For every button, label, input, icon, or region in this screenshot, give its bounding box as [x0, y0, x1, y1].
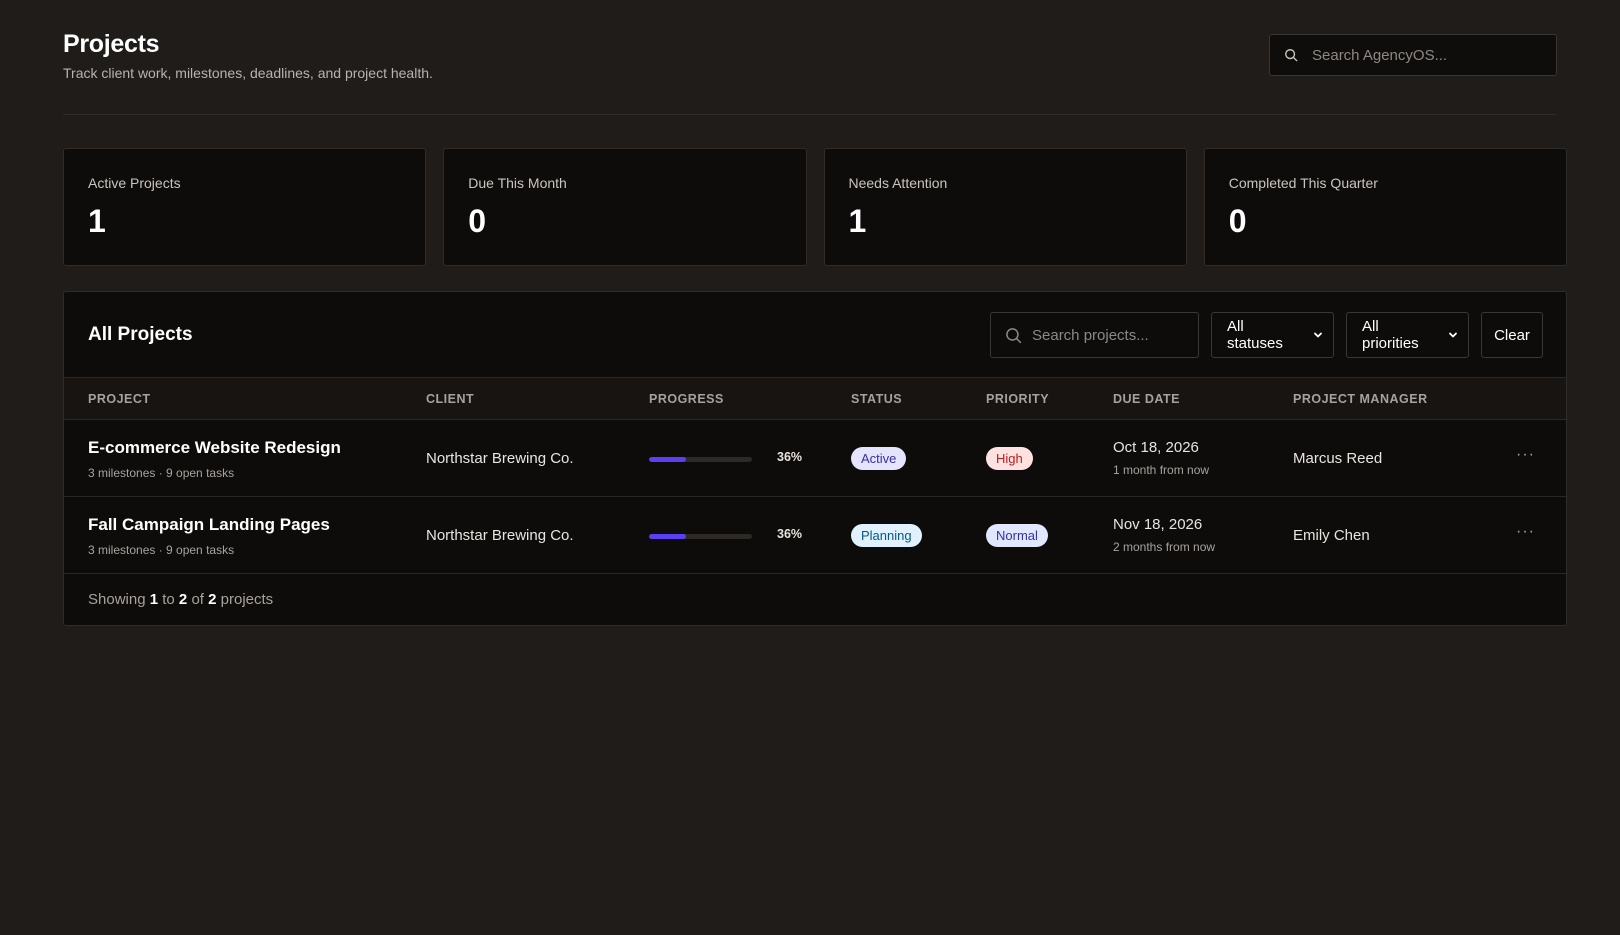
footer-prefix: Showing [88, 591, 146, 608]
table-header: PROJECT CLIENT PROGRESS STATUS PRIORITY … [64, 378, 1566, 420]
stat-card-completed-this-quarter: Completed This Quarter 0 [1203, 148, 1567, 266]
client-name: Northstar Brewing Co. [426, 527, 574, 544]
status-badge: Active [851, 447, 907, 470]
client-name: Northstar Brewing Co. [426, 450, 574, 467]
progress-bar-fill [649, 534, 687, 539]
due-date-relative: 1 month from now [1113, 463, 1210, 477]
panel-toolbar: All Projects All statuses All priorities [64, 292, 1566, 378]
progress-percent: 36% [777, 527, 803, 541]
clear-filters-button[interactable]: Clear [1481, 312, 1543, 358]
due-date: Nov 18, 2026 [1113, 516, 1203, 533]
stats-row: Active Projects 1 Due This Month 0 Needs… [63, 148, 1567, 266]
column-header-due-date[interactable]: DUE DATE [1113, 392, 1180, 406]
project-meta: 3 milestones · 9 open tasks [88, 466, 235, 480]
stat-label: Due This Month [468, 175, 567, 191]
progress-bar-fill [649, 457, 687, 462]
column-header-project-manager[interactable]: PROJECT MANAGER [1293, 392, 1428, 406]
column-header-priority[interactable]: PRIORITY [986, 392, 1049, 406]
project-name-link[interactable]: E-commerce Website Redesign [88, 438, 341, 458]
table-row[interactable]: E-commerce Website Redesign 3 milestones… [64, 420, 1566, 497]
priority-filter-select[interactable]: All priorities [1346, 312, 1469, 358]
column-header-status[interactable]: STATUS [851, 392, 902, 406]
page-header: Projects Track client work, milestones, … [63, 0, 1557, 115]
priority-badge: Normal [986, 524, 1048, 547]
column-header-client[interactable]: CLIENT [426, 392, 474, 406]
project-manager: Marcus Reed [1293, 450, 1383, 467]
page-title: Projects [63, 30, 160, 58]
column-header-progress[interactable]: PROGRESS [649, 392, 724, 406]
due-date-relative: 2 months from now [1113, 540, 1216, 554]
stat-value: 1 [848, 203, 867, 239]
footer-suffix: projects [220, 591, 274, 608]
more-horizontal-icon[interactable]: ··· [1516, 523, 1535, 541]
progress-bar [649, 457, 752, 462]
search-icon [1284, 48, 1298, 62]
stat-label: Active Projects [88, 175, 181, 191]
project-search-input[interactable] [1032, 326, 1198, 344]
footer-to: 2 [178, 591, 188, 608]
stat-value: 1 [88, 203, 106, 239]
priority-filter-value: All priorities [1362, 318, 1419, 352]
footer-total: 2 [208, 591, 217, 608]
projects-panel: All Projects All statuses All priorities [63, 291, 1567, 626]
stat-card-active-projects: Active Projects 1 [63, 148, 427, 266]
stat-value: 0 [468, 203, 487, 239]
project-search[interactable] [990, 312, 1199, 358]
progress-bar [649, 534, 752, 539]
footer-from: 1 [149, 591, 159, 608]
project-manager: Emily Chen [1293, 527, 1370, 544]
global-search[interactable] [1269, 34, 1557, 76]
more-horizontal-icon[interactable]: ··· [1516, 446, 1535, 464]
column-header-project[interactable]: PROJECT [88, 392, 151, 406]
table-row[interactable]: Fall Campaign Landing Pages 3 milestones… [64, 497, 1566, 574]
project-name-link[interactable]: Fall Campaign Landing Pages [88, 515, 330, 535]
pagination-summary: Showing 1 to 2 of 2 projects [88, 591, 273, 608]
footer-to-word: to [162, 591, 175, 608]
status-badge: Planning [851, 524, 922, 547]
stat-value: 0 [1228, 203, 1247, 239]
project-meta: 3 milestones · 9 open tasks [88, 543, 235, 557]
global-search-input[interactable] [1312, 46, 1556, 64]
status-filter-value: All statuses [1227, 318, 1283, 352]
chevron-down-icon [1448, 330, 1458, 340]
footer-of-word: of [191, 591, 204, 608]
stat-label: Completed This Quarter [1228, 175, 1378, 191]
stat-label: Needs Attention [848, 175, 948, 191]
chevron-down-icon [1313, 330, 1323, 340]
panel-title: All Projects [88, 324, 193, 345]
stat-card-due-this-month: Due This Month 0 [443, 148, 807, 266]
progress-percent: 36% [777, 450, 803, 464]
priority-badge: High [986, 447, 1033, 470]
stat-card-needs-attention: Needs Attention 1 [823, 148, 1187, 266]
toolbar-controls: All statuses All priorities Clear [990, 312, 1543, 358]
search-icon [1005, 327, 1022, 344]
due-date: Oct 18, 2026 [1113, 439, 1199, 456]
page-subtitle: Track client work, milestones, deadlines… [63, 65, 433, 81]
status-filter-select[interactable]: All statuses [1211, 312, 1334, 358]
